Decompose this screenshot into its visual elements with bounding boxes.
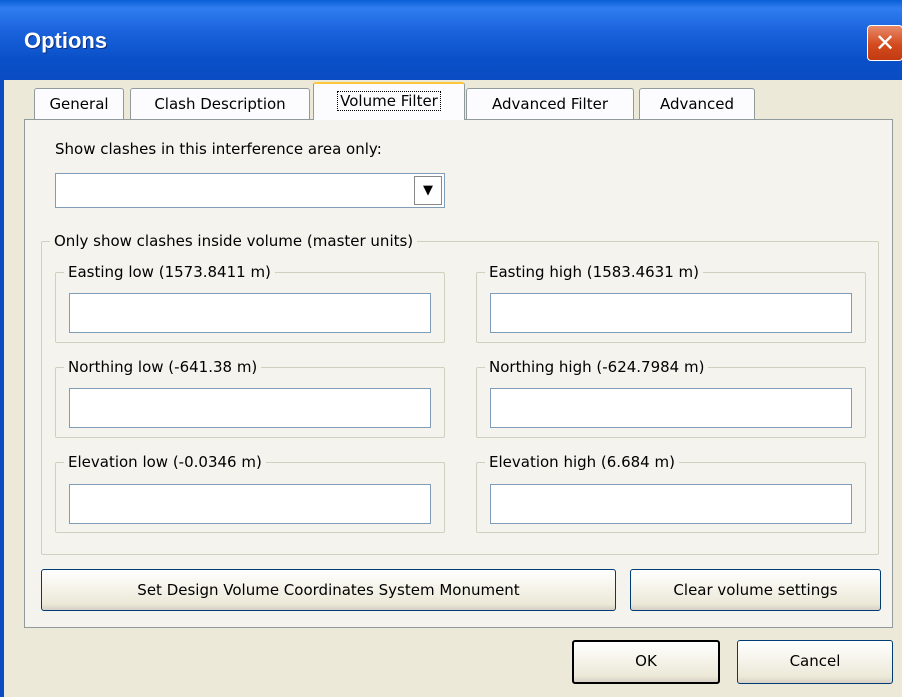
tab-volume-filter-label: Volume Filter (337, 91, 441, 111)
title-bar[interactable] (0, 0, 902, 80)
cancel-button[interactable]: Cancel (737, 640, 893, 684)
dropdown-button[interactable]: ▼ (414, 176, 442, 205)
easting-low-input[interactable] (69, 293, 431, 333)
northing-high-label: Northing high (-624.7984 m) (489, 358, 705, 376)
ok-button[interactable]: OK (572, 640, 720, 684)
clear-volume-settings-button[interactable]: Clear volume settings (630, 569, 881, 611)
tab-clash-description[interactable]: Clash Description (130, 88, 310, 119)
tab-advanced-filter[interactable]: Advanced Filter (466, 88, 634, 119)
tab-advanced-label: Advanced (659, 95, 735, 113)
window-frame (0, 80, 4, 697)
northing-low-label: Northing low (-641.38 m) (68, 358, 258, 376)
elevation-low-input[interactable] (69, 484, 431, 524)
easting-high-label: Easting high (1583.4631 m) (489, 263, 699, 281)
tab-volume-filter[interactable]: Volume Filter (313, 82, 465, 120)
elevation-high-label: Elevation high (6.684 m) (489, 453, 675, 471)
close-button[interactable]: ✕ (867, 25, 902, 61)
easting-high-input[interactable] (490, 293, 852, 333)
tab-general-label: General (49, 95, 109, 113)
chevron-down-icon: ▼ (423, 183, 433, 198)
tab-general[interactable]: General (34, 88, 124, 119)
tab-clash-description-label: Clash Description (154, 95, 286, 113)
tab-advanced[interactable]: Advanced (639, 88, 755, 119)
easting-low-label: Easting low (1573.8411 m) (68, 263, 271, 281)
northing-low-input[interactable] (69, 388, 431, 428)
interference-area-label: Show clashes in this interference area o… (55, 140, 382, 158)
tab-advanced-filter-label: Advanced Filter (491, 95, 608, 113)
set-design-volume-button[interactable]: Set Design Volume Coordinates System Mon… (41, 569, 616, 611)
close-icon: ✕ (874, 29, 896, 57)
elevation-low-label: Elevation low (-0.0346 m) (68, 453, 262, 471)
interference-area-select[interactable]: ▼ (55, 173, 445, 208)
elevation-high-input[interactable] (490, 484, 852, 524)
window-title: Options (24, 28, 108, 53)
northing-high-input[interactable] (490, 388, 852, 428)
volume-group-label: Only show clashes inside volume (master … (54, 232, 414, 250)
